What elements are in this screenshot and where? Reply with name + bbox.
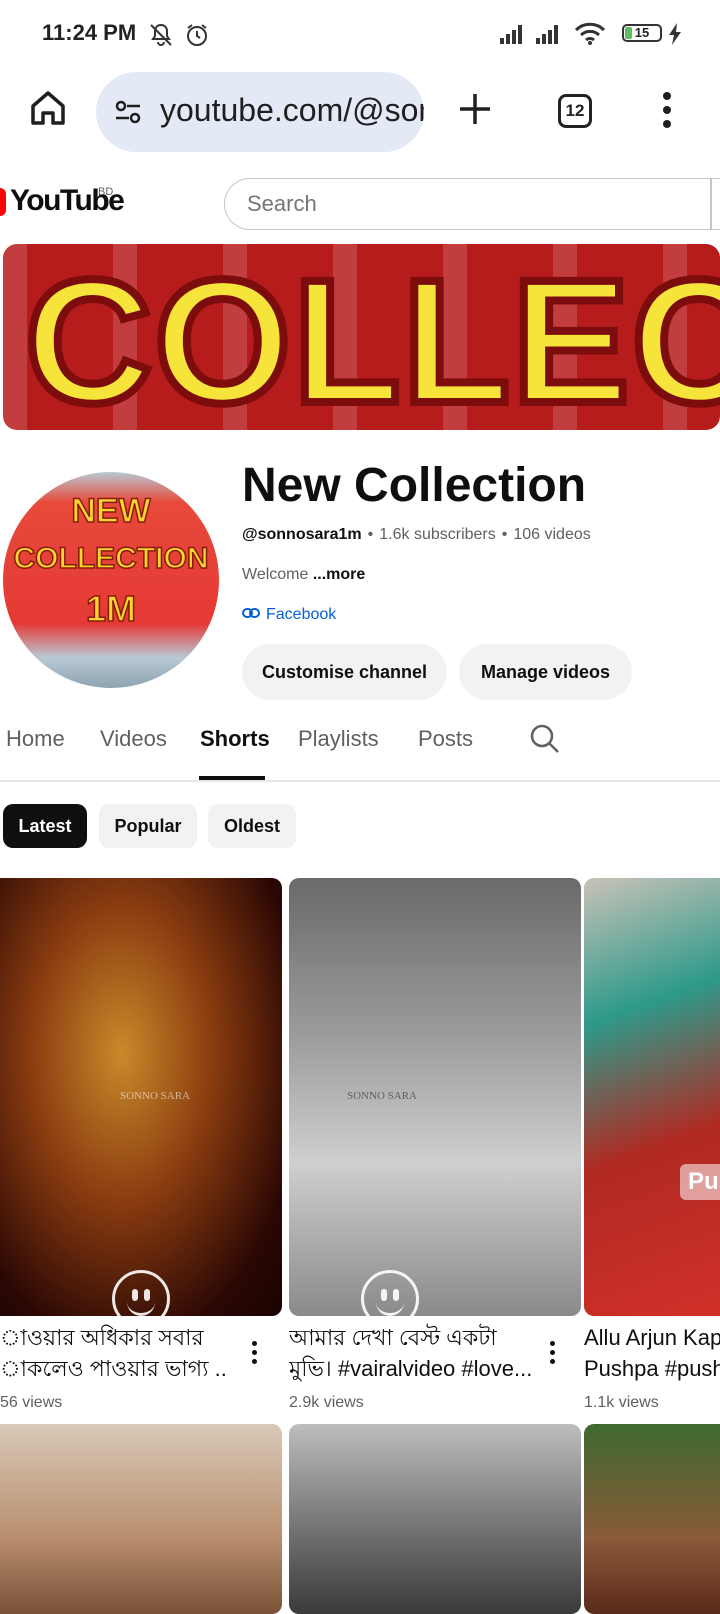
short-watermark-2: SONNO SARA (347, 1090, 417, 1102)
link-icon (242, 608, 260, 618)
chip-latest[interactable]: Latest (3, 804, 87, 848)
short-watermark-1: SONNO SARA (120, 1090, 190, 1102)
short-title-1-line-1[interactable]: াওয়ার অধিকার সবার (0, 1322, 228, 1353)
customise-channel-button[interactable]: Customise channel (242, 644, 447, 700)
short-menu-icon-2[interactable] (542, 1338, 562, 1370)
signal-icon-2 (536, 25, 558, 44)
tab-home[interactable]: Home (6, 726, 65, 752)
short-thumbnail-6[interactable] (584, 1424, 720, 1614)
tab-videos[interactable]: Videos (100, 726, 167, 752)
channel-tabs: Home Videos Shorts Playlists Posts (0, 704, 720, 782)
home-icon[interactable] (28, 88, 68, 128)
facebook-link-label: Facebook (266, 606, 337, 623)
short-thumbnail-1[interactable]: SONNO SARA (0, 878, 282, 1316)
status-time: 11:24 PM (42, 20, 137, 45)
short-thumbnail-3[interactable]: Pus (584, 878, 720, 1316)
video-count: 106 videos (513, 526, 591, 543)
facebook-link[interactable]: Facebook (242, 606, 336, 624)
battery-percent: 15 (634, 25, 650, 40)
wifi-icon (574, 22, 606, 45)
active-tab-indicator (199, 776, 265, 780)
subscriber-count: 1.6k subscribers (379, 526, 496, 543)
avatar-line-3: 1M (85, 587, 137, 630)
description-text: Welcome (242, 566, 309, 583)
search-input[interactable]: Search (224, 178, 720, 230)
short-title-3-line-1[interactable]: Allu Arjun Kap (584, 1322, 720, 1353)
channel-handle: @sonnosara1m (242, 526, 362, 543)
youtube-header: YouTube BD Search (0, 166, 720, 240)
url-text[interactable]: youtube.com/@sonnosara1m (160, 92, 424, 129)
channel-avatar[interactable]: NEW COLLECTION 1M (3, 472, 219, 688)
chip-oldest[interactable]: Oldest (208, 804, 296, 848)
short-title-2-line-2[interactable]: মুভি। #vairalvideo #love... (289, 1353, 535, 1384)
youtube-logo-mark (0, 188, 6, 216)
short-views-2: 2.9k views (289, 1394, 364, 1411)
status-bar: 11:24 PM 15 (0, 0, 720, 68)
battery-icon: 15 (622, 24, 662, 42)
signal-icon (500, 25, 522, 44)
short-menu-icon-1[interactable] (244, 1338, 264, 1370)
short-views-3: 1.1k views (584, 1394, 659, 1411)
chip-popular[interactable]: Popular (99, 804, 197, 848)
browser-toolbar: youtube.com/@sonnosara1m 12 (0, 68, 720, 158)
banner-text: COLLECTION (21, 244, 720, 430)
alarm-icon (187, 24, 207, 46)
new-tab-icon[interactable] (456, 90, 494, 128)
more-link[interactable]: ...more (313, 566, 365, 583)
tab-playlists[interactable]: Playlists (298, 726, 379, 752)
channel-description[interactable]: Welcome ...more (242, 566, 365, 584)
tab-shorts[interactable]: Shorts (200, 726, 270, 752)
short-title-1-line-2[interactable]: াকলেও পাওয়ার ভাগ্য ... (0, 1353, 228, 1384)
browser-menu-icon[interactable] (660, 90, 674, 130)
mute-bell-icon (150, 23, 172, 46)
avatar-line-2: COLLECTION (13, 541, 210, 576)
smiley-icon-2 (361, 1270, 419, 1316)
short-title-2-line-1[interactable]: আমার দেখা বেস্ট একটা (289, 1322, 535, 1353)
address-bar[interactable]: youtube.com/@sonnosara1m (96, 72, 424, 152)
short-title-3-line-2[interactable]: Pushpa #push (584, 1353, 720, 1384)
channel-title: New Collection (242, 459, 587, 512)
search-placeholder: Search (247, 191, 317, 216)
short-thumbnail-5[interactable] (289, 1424, 581, 1614)
avatar-line-1: NEW (71, 491, 152, 531)
channel-meta: @sonnosara1m • 1.6k subscribers • 106 videos (242, 526, 591, 543)
tab-posts[interactable]: Posts (418, 726, 473, 752)
manage-videos-button[interactable]: Manage videos (459, 644, 632, 700)
site-settings-icon[interactable] (112, 96, 144, 128)
channel-banner: COLLECTION (3, 244, 720, 430)
country-code: BD (98, 186, 114, 198)
tab-switcher-button[interactable]: 12 (558, 94, 592, 128)
short-views-1: 56 views (0, 1394, 63, 1411)
search-icon[interactable] (528, 722, 562, 756)
smiley-icon (112, 1270, 170, 1316)
short-thumbnail-2[interactable]: SONNO SARA (289, 878, 581, 1316)
search-divider (710, 178, 712, 230)
youtube-logo[interactable]: YouTube BD (0, 166, 125, 240)
short-thumbnail-4[interactable] (0, 1424, 282, 1614)
short-overlay-text: Pus (680, 1164, 720, 1200)
charging-icon (669, 23, 681, 45)
